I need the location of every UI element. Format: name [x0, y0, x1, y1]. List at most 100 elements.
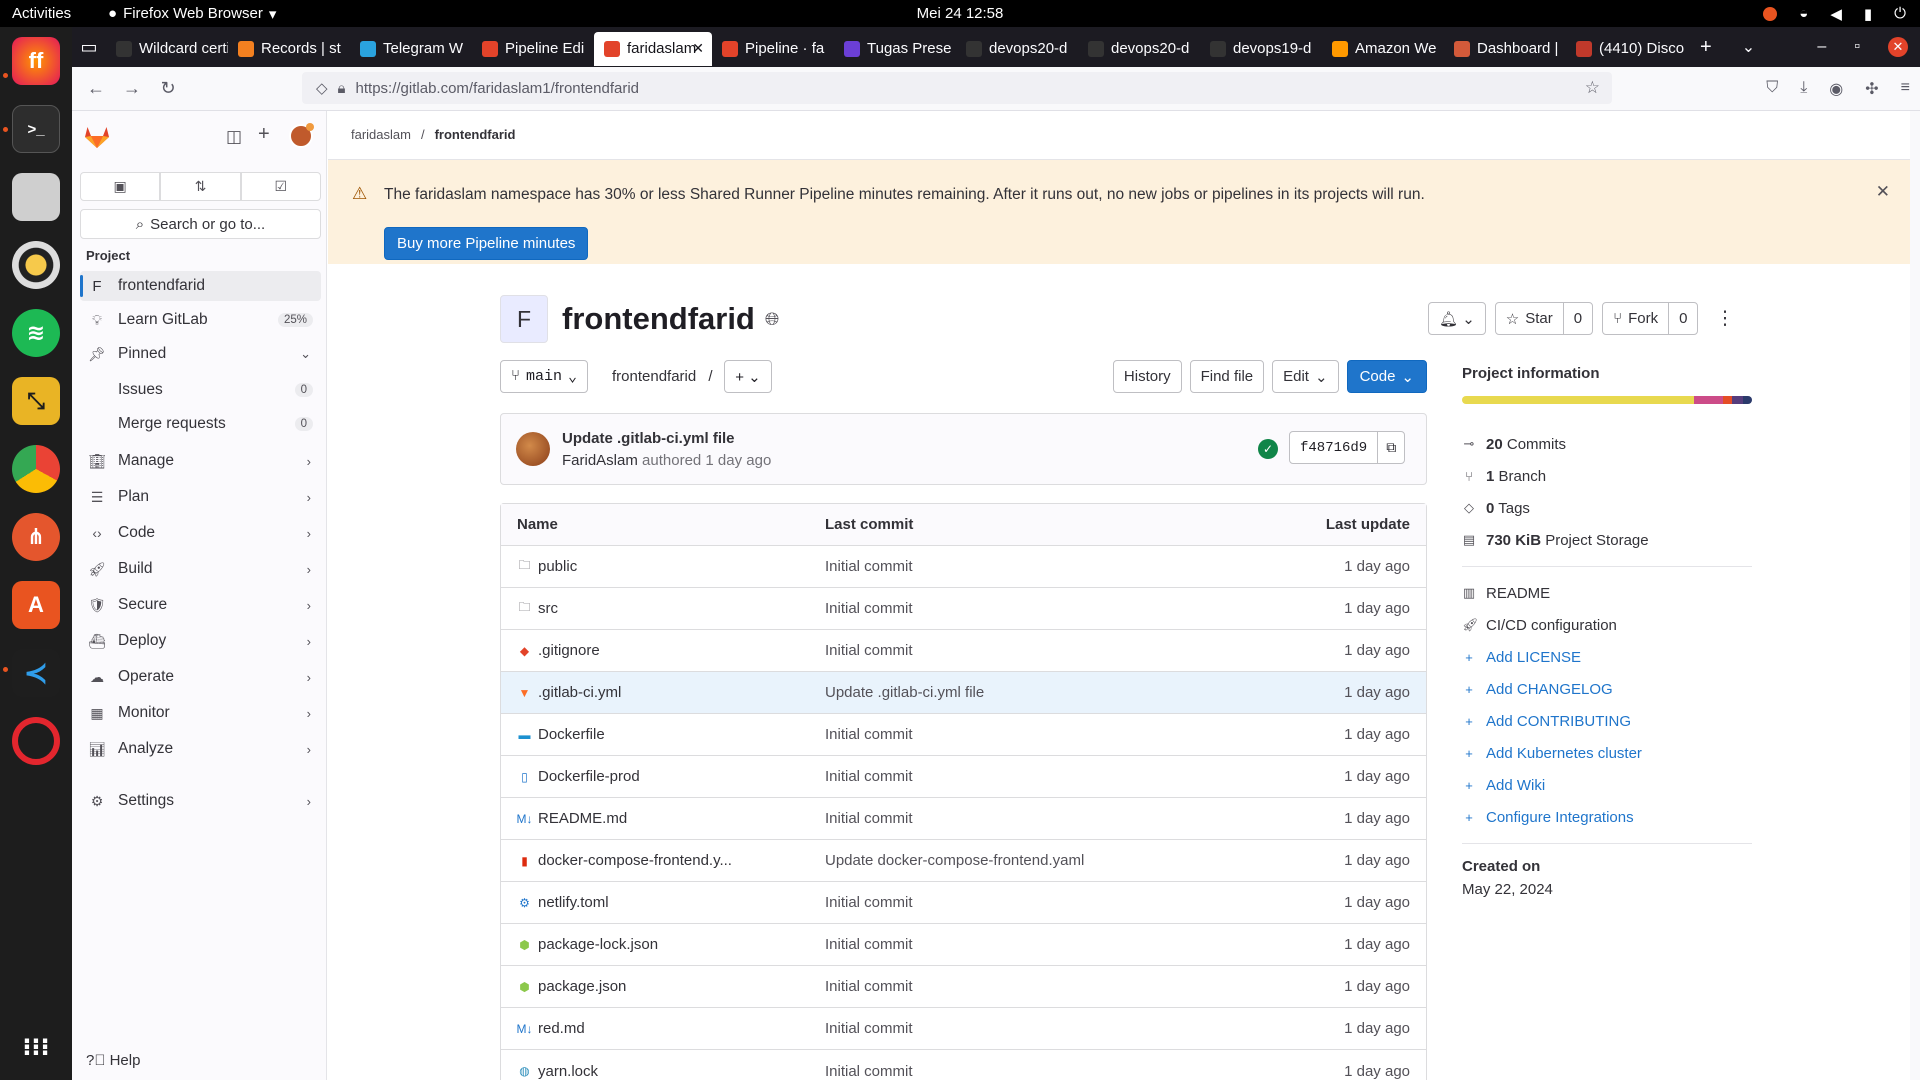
file-name-cell[interactable]: ⬢ package.json: [517, 978, 626, 995]
dock-app-icon[interactable]: ⋔: [12, 513, 60, 561]
branch-selector[interactable]: ⑂ main ⌄: [500, 360, 589, 393]
project-add-link[interactable]: + Add Wiki: [1462, 769, 1752, 801]
project-add-link[interactable]: + Add CHANGELOG: [1462, 673, 1752, 705]
file-last-commit-link[interactable]: Initial commit: [825, 726, 913, 743]
dock-files-icon[interactable]: [12, 173, 60, 221]
branches-link[interactable]: ⑂ 1 Branch: [1462, 460, 1752, 492]
commits-link[interactable]: ⊸ 20 Commits: [1462, 428, 1752, 460]
commit-author-link[interactable]: FaridAslam: [562, 452, 638, 469]
code-button[interactable]: Code ⌄: [1346, 360, 1427, 393]
close-icon[interactable]: ✕: [1876, 182, 1890, 202]
browser-tab[interactable]: Amazon We: [1322, 32, 1444, 66]
language-segment[interactable]: [1694, 396, 1723, 404]
notification-icon[interactable]: [1763, 6, 1778, 21]
cicd-link[interactable]: 🚀︎ CI/CD configuration: [1462, 609, 1752, 641]
sidebar-item-plan[interactable]: ☰ Plan ›: [80, 482, 321, 512]
file-last-commit-link[interactable]: Initial commit: [825, 768, 913, 785]
file-last-commit-link[interactable]: Initial commit: [825, 978, 913, 995]
browser-tab[interactable]: devops20-d: [1078, 32, 1200, 66]
add-to-tree-button[interactable]: + ⌄: [724, 360, 772, 393]
commit-title-link[interactable]: Update .gitlab-ci.yml file: [562, 430, 735, 447]
language-bar[interactable]: [1462, 396, 1752, 404]
sidebar-item-secure[interactable]: 🛡︎ Secure ›: [80, 590, 321, 620]
file-name-link[interactable]: README.md: [538, 810, 627, 827]
file-name-link[interactable]: netlify.toml: [538, 894, 609, 911]
file-name-cell[interactable]: ◆ .gitignore: [517, 642, 600, 659]
table-row[interactable]: ▼ .gitlab-ci.yml Update .gitlab-ci.yml fil…: [501, 672, 1426, 714]
pocket-icon[interactable]: ⛉: [1766, 79, 1778, 99]
gitlab-logo-icon[interactable]: [84, 125, 110, 149]
sidebar-item-settings[interactable]: ⚙ Settings ›: [80, 786, 321, 816]
close-tab-icon[interactable]: ✕: [692, 40, 704, 57]
account-icon[interactable]: ◉: [1829, 79, 1843, 99]
file-name-link[interactable]: Dockerfile: [538, 726, 605, 743]
file-name-link[interactable]: Dockerfile-prod: [538, 768, 640, 785]
reload-icon[interactable]: ↻: [150, 78, 186, 99]
file-last-commit-link[interactable]: Initial commit: [825, 642, 913, 659]
browser-tab[interactable]: devops20-d: [956, 32, 1078, 66]
file-last-commit-link[interactable]: Initial commit: [825, 810, 913, 827]
lock-icon[interactable]: 🔒︎: [338, 80, 346, 97]
shield-icon[interactable]: ◇: [316, 79, 328, 97]
file-name-cell[interactable]: ▼ .gitlab-ci.yml: [517, 684, 622, 701]
sidebar-item-monitor[interactable]: ▦ Monitor ›: [80, 698, 321, 728]
file-name-cell[interactable]: M↓ README.md: [517, 810, 628, 827]
todo-shortcut-icon[interactable]: ☑: [240, 172, 321, 201]
app-menu[interactable]: ● Firefox Web Browser ▾: [108, 5, 276, 23]
readme-link[interactable]: ▥ README: [1462, 577, 1752, 609]
sidebar-item-learn[interactable]: 💡︎ Learn GitLab 25%: [80, 305, 321, 335]
table-row[interactable]: ⬢ package.json Initial commit 1 day ago: [501, 966, 1426, 1008]
url-text[interactable]: https://gitlab.com/faridaslam1/frontendf…: [356, 80, 639, 97]
edit-button[interactable]: Edit ⌄: [1272, 360, 1339, 393]
table-row[interactable]: 🗀︎ src Initial commit 1 day ago: [501, 588, 1426, 630]
star-button[interactable]: ☆ Star 0: [1494, 302, 1594, 335]
maximize-icon[interactable]: ▫: [1854, 38, 1860, 56]
sidebar-item-merge-requests[interactable]: Merge requests 0: [80, 409, 321, 439]
dock-software-icon[interactable]: A: [12, 581, 60, 629]
file-name-cell[interactable]: ▮ docker-compose-frontend.y...: [517, 852, 732, 869]
system-tray[interactable]: ◒ ◀ ▮ ⏻: [1763, 5, 1906, 23]
tab-list-icon[interactable]: ▭: [72, 37, 106, 58]
history-button[interactable]: History: [1112, 360, 1182, 393]
file-name-link[interactable]: red.md: [538, 1020, 585, 1037]
issues-shortcut-icon[interactable]: ▣: [80, 172, 161, 201]
tags-link[interactable]: ◇ 0 Tags: [1462, 492, 1752, 524]
breadcrumb-project-link[interactable]: frontendfarid: [435, 127, 516, 142]
commit-sha-link[interactable]: f48716d9: [1290, 440, 1377, 456]
file-name-link[interactable]: src: [538, 600, 558, 617]
close-icon[interactable]: ✕: [1888, 37, 1908, 57]
file-name-link[interactable]: public: [538, 558, 577, 575]
project-add-link[interactable]: + Add Kubernetes cluster: [1462, 737, 1752, 769]
file-name-cell[interactable]: ▬ Dockerfile: [517, 726, 605, 743]
file-last-commit-link[interactable]: Update .gitlab-ci.yml file: [825, 684, 984, 701]
dock-app-icon[interactable]: ⤡: [12, 377, 60, 425]
merge-requests-shortcut-icon[interactable]: ⇅: [160, 172, 241, 201]
star-count[interactable]: 0: [1562, 303, 1592, 334]
help-button[interactable]: ?⃝ Help: [86, 1052, 140, 1069]
back-icon[interactable]: ←: [78, 78, 114, 99]
browser-tab[interactable]: Records | st: [228, 32, 350, 66]
file-name-cell[interactable]: ⚙ netlify.toml: [517, 894, 609, 911]
file-name-cell[interactable]: 🗀︎ src: [517, 600, 558, 617]
file-name-cell[interactable]: ◍ yarn.lock: [517, 1063, 598, 1080]
fork-count[interactable]: 0: [1668, 303, 1697, 334]
sidebar-item-deploy[interactable]: ⛴︎ Deploy ›: [80, 626, 321, 656]
sidebar-item-analyze[interactable]: 📊︎ Analyze ›: [80, 734, 321, 764]
browser-tab[interactable]: devops19-d: [1200, 32, 1322, 66]
sidebar-item-pinned[interactable]: 📌︎ Pinned ⌄: [80, 339, 321, 369]
browser-tab[interactable]: Tugas Prese: [834, 32, 956, 66]
pipeline-passed-icon[interactable]: ✓: [1258, 439, 1278, 459]
menu-icon[interactable]: ≡: [1901, 79, 1910, 99]
project-add-link[interactable]: + Add CONTRIBUTING: [1462, 705, 1752, 737]
url-bar[interactable]: ◇ 🔒︎ https://gitlab.com/faridaslam1/fron…: [302, 72, 1612, 104]
file-name-link[interactable]: package.json: [538, 978, 626, 995]
chevron-down-icon[interactable]: ⌄: [1742, 37, 1755, 57]
language-segment[interactable]: [1731, 396, 1744, 404]
table-row[interactable]: ◍ yarn.lock Initial commit 1 day ago: [501, 1050, 1426, 1080]
dock-opera-icon[interactable]: [12, 717, 60, 765]
minimize-icon[interactable]: –: [1817, 38, 1826, 56]
battery-icon[interactable]: ▮: [1864, 5, 1872, 23]
create-new-icon[interactable]: +: [258, 123, 270, 146]
file-name-link[interactable]: package-lock.json: [538, 936, 658, 953]
dock-terminal-icon[interactable]: >_: [12, 105, 60, 153]
